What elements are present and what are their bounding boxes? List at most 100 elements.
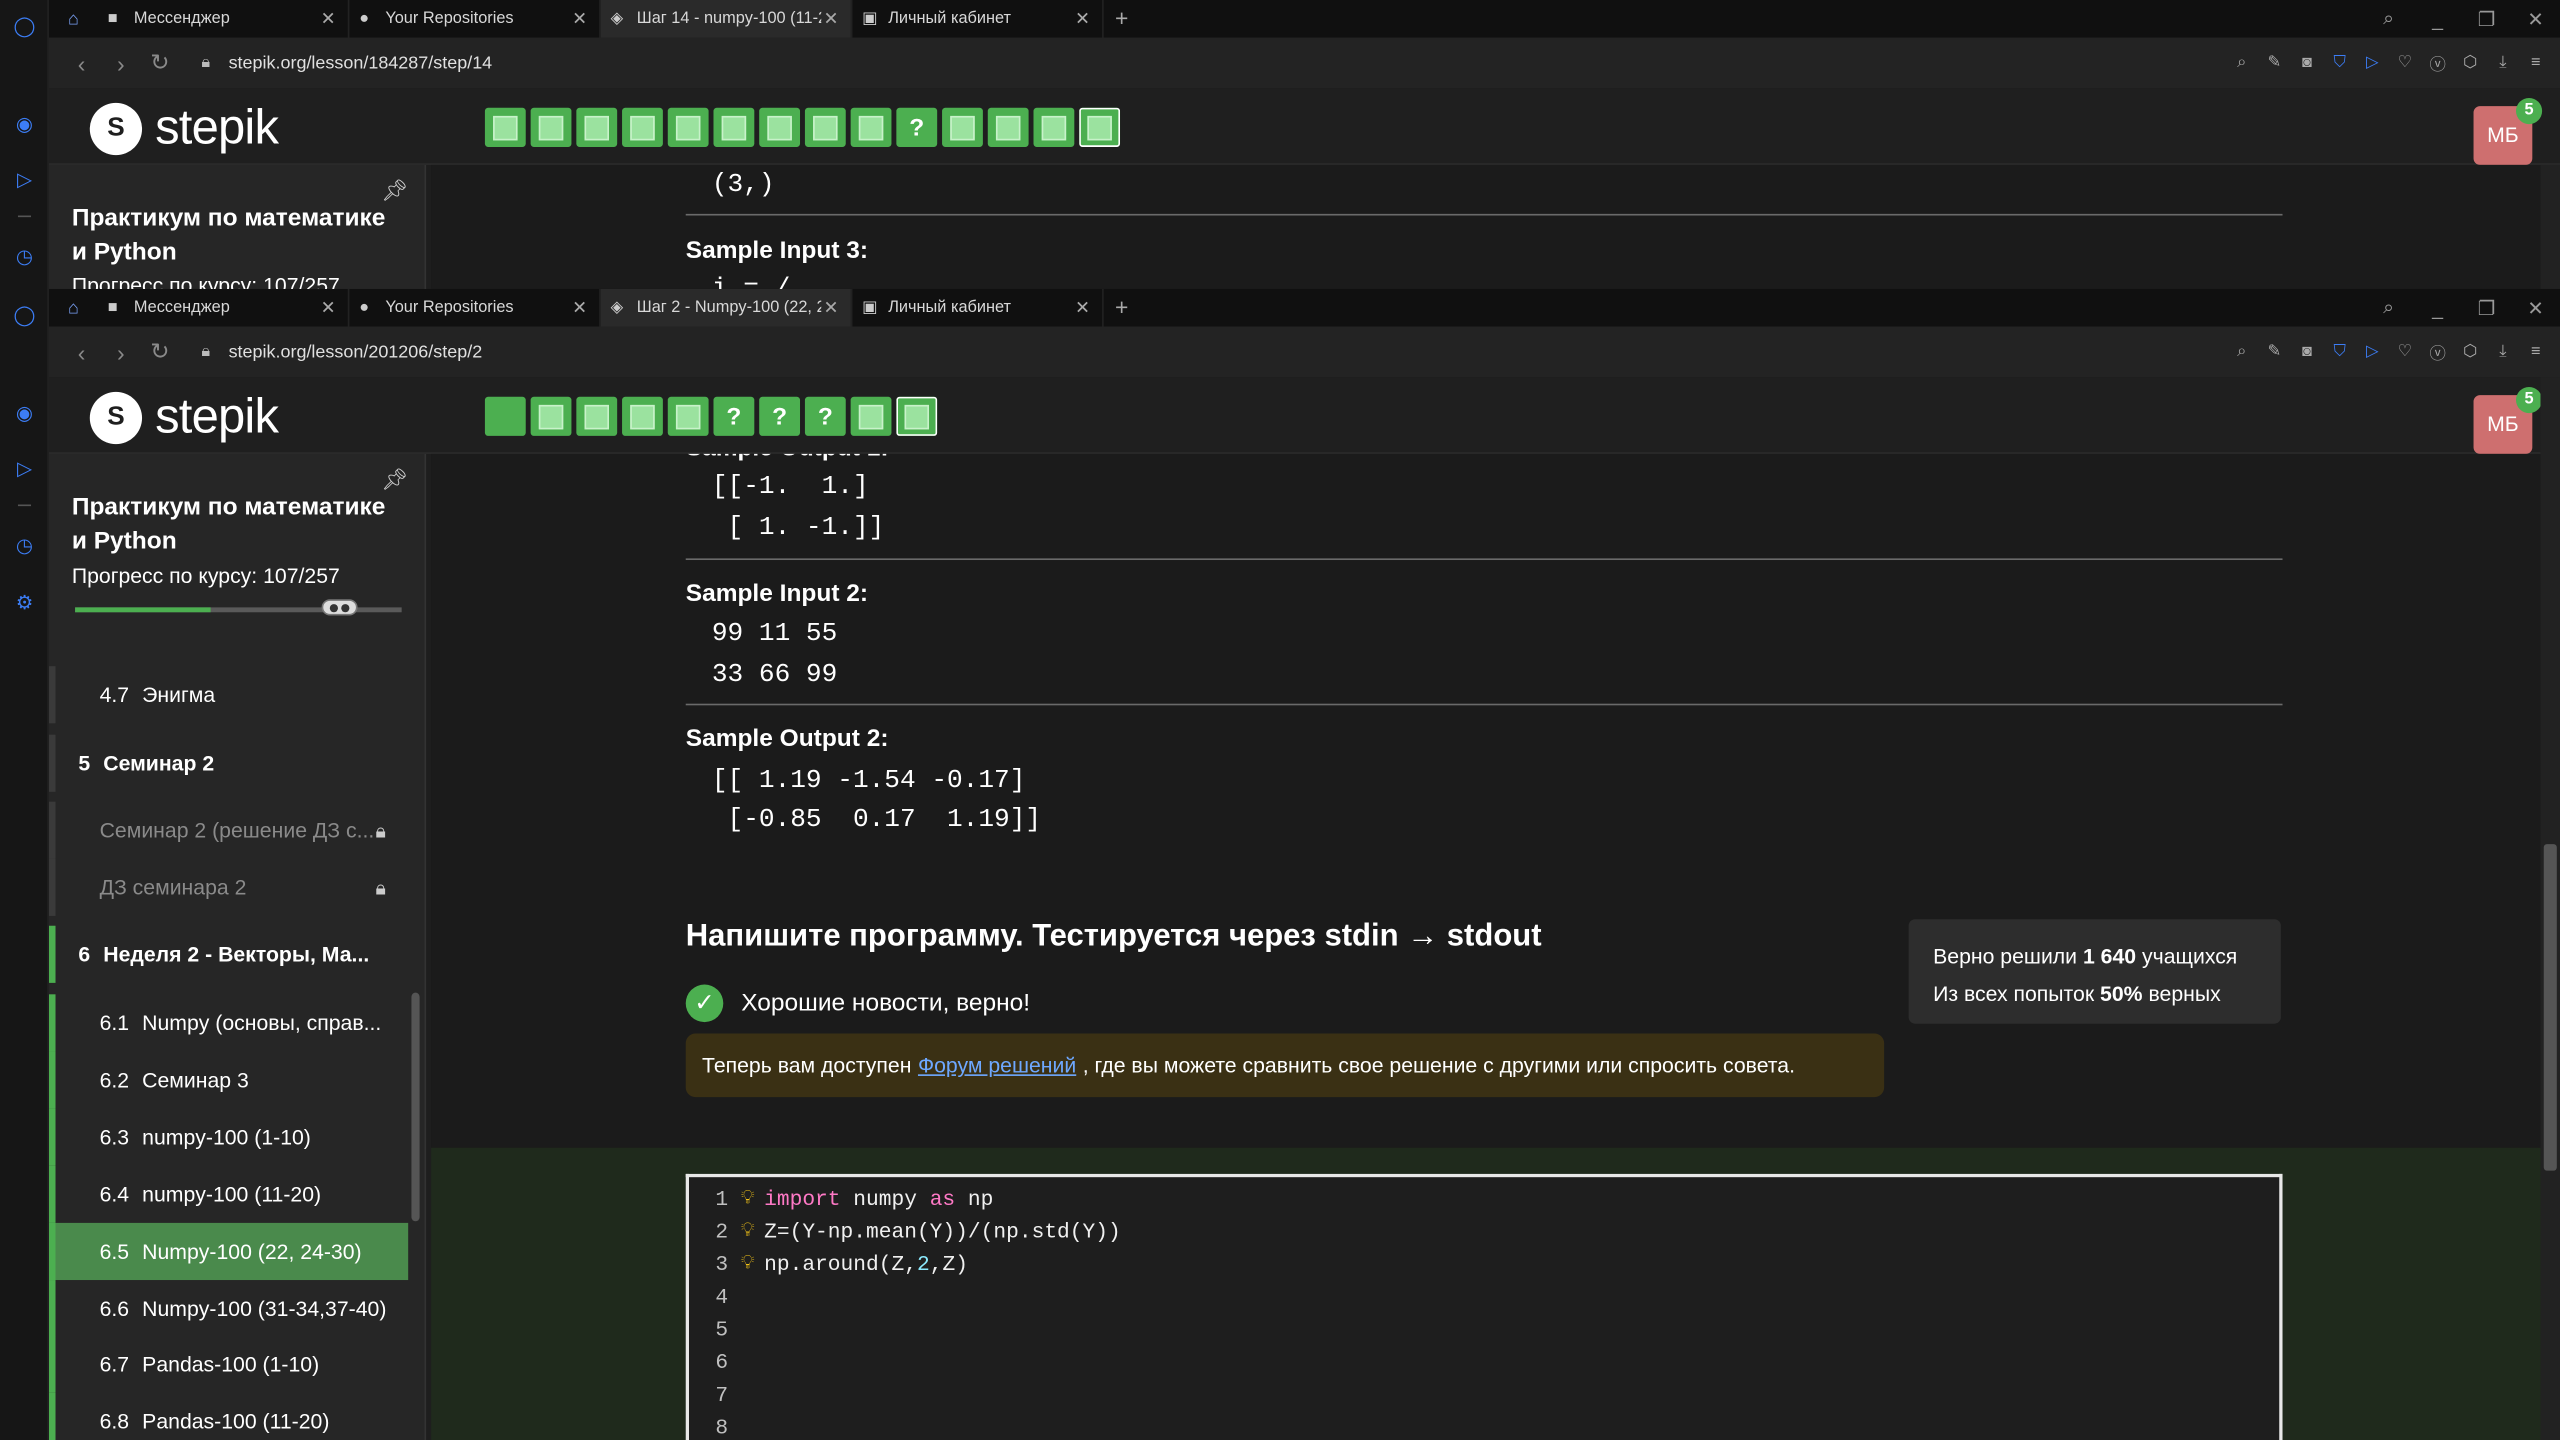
sidebar-scrollbar[interactable] [411, 992, 420, 1222]
url-field[interactable]: stepik.org/lesson/201206/step/2 [229, 342, 483, 362]
tab-stepik-active[interactable]: ◈ Шаг 2 - Numpy-100 (22, 24 ✕ [600, 288, 853, 327]
zoom-icon[interactable]: ⌕ [2230, 54, 2253, 72]
close-icon[interactable]: ✕ [821, 297, 841, 319]
code-editor[interactable]: 1 💡︎ import numpy as np 2 💡︎ Z=(Y-np.mea… [685, 1173, 2283, 1440]
course-title[interactable]: Практикум по математике и Python [72, 490, 399, 559]
send-icon[interactable]: ▷ [11, 167, 37, 193]
tab-cabinet[interactable]: ▣ Личный кабинет ✕ [852, 288, 1104, 327]
vpn-shield-icon[interactable]: ⛉ [2328, 54, 2351, 72]
step-10[interactable] [896, 396, 938, 436]
sidebar-item-5[interactable]: 5 Семинар 2 [48, 734, 408, 792]
tab-cabinet[interactable]: ▣ Личный кабинет ✕ [852, 0, 1104, 38]
sidebar-item-6-3[interactable]: 6.3 numpy-100 (1-10) [48, 1108, 408, 1166]
edit-icon[interactable]: ✎ [2263, 54, 2286, 72]
new-tab-icon[interactable]: + [1104, 0, 1140, 38]
close-icon[interactable]: ✕ [1073, 297, 1093, 319]
reload-icon[interactable]: ↻ [140, 338, 179, 366]
step-5[interactable] [667, 107, 709, 147]
tab-github[interactable]: ● Your Repositories ✕ [349, 288, 601, 327]
step-2[interactable] [530, 107, 572, 147]
opera-logo-icon[interactable]: ◯ [11, 302, 37, 328]
tab-menu-icon[interactable]: ⌂ [49, 289, 98, 327]
page-scrollbar[interactable] [2540, 164, 2560, 289]
sidebar-item-6-2[interactable]: 6.2 Семинар 3 [48, 1051, 408, 1109]
code-line[interactable]: 3 💡︎ np.around(Z, 2 ,Z) [689, 1247, 2279, 1280]
step-9[interactable] [850, 107, 892, 147]
step-8[interactable] [804, 107, 846, 147]
speed-dial-icon[interactable]: ◉ [11, 400, 37, 426]
step-7[interactable] [759, 107, 801, 147]
sidebar-item-4-7[interactable]: 4.7 Энигма [48, 666, 408, 724]
sidebar-item-6-8[interactable]: 6.8 Pandas-100 (11-20) [48, 1392, 408, 1440]
sidebar-item-6-7[interactable]: 6.7 Pandas-100 (1-10) [48, 1335, 408, 1393]
step-12[interactable] [987, 107, 1029, 147]
step-14[interactable] [1079, 107, 1121, 147]
url-field[interactable]: stepik.org/lesson/184287/step/14 [229, 53, 493, 73]
search-tabs-icon[interactable]: ⌕ [2364, 7, 2413, 31]
avatar[interactable]: МБ 5 [2473, 97, 2543, 165]
step-7[interactable]: ? [759, 396, 801, 436]
vk-icon[interactable]: ⓥ [2426, 51, 2449, 75]
edit-icon[interactable]: ✎ [2263, 343, 2286, 361]
heart-icon[interactable]: ♡ [2394, 343, 2417, 361]
step-11[interactable] [942, 107, 983, 147]
forward-icon[interactable]: › [101, 339, 140, 365]
camera-icon[interactable]: ◙ [2296, 54, 2319, 72]
vpn-shield-icon[interactable]: ⛉ [2328, 343, 2351, 361]
restore-icon[interactable]: ❐ [2462, 296, 2511, 319]
step-3[interactable] [576, 396, 618, 436]
close-window-icon[interactable]: ✕ [2511, 7, 2560, 30]
lightbulb-icon[interactable]: 💡︎ [731, 1220, 764, 1243]
menu-icon[interactable]: ≡ [2524, 343, 2547, 361]
course-title[interactable]: Практикум по математике и Python [72, 201, 399, 270]
sidebar-item-6-1[interactable]: 6.1 Numpy (основы, справ... [48, 994, 408, 1052]
minimize-icon[interactable]: _ [2413, 296, 2462, 319]
page-scrollbar-thumb[interactable] [2543, 844, 2557, 1171]
progress-toggle[interactable] [321, 599, 358, 616]
forum-link[interactable]: Форум решений [918, 1053, 1076, 1077]
avatar[interactable]: МБ 5 [2473, 386, 2543, 454]
minimize-icon[interactable]: _ [2413, 7, 2462, 30]
close-icon[interactable]: ✕ [821, 8, 841, 30]
sidebar-item-6-4[interactable]: 6.4 numpy-100 (11-20) [48, 1165, 408, 1223]
step-13[interactable] [1033, 107, 1075, 147]
settings-icon[interactable]: ⚙ [11, 589, 37, 615]
search-tabs-icon[interactable]: ⌕ [2364, 296, 2413, 320]
step-2[interactable] [530, 396, 572, 436]
send-icon[interactable]: ▷ [2361, 343, 2384, 361]
code-line[interactable]: 4 [689, 1280, 2279, 1313]
close-icon[interactable]: ✕ [318, 8, 338, 30]
close-window-icon[interactable]: ✕ [2511, 296, 2560, 319]
history-icon[interactable]: ◷ [11, 243, 37, 269]
opera-logo-icon[interactable]: ◯ [11, 13, 37, 39]
close-icon[interactable]: ✕ [570, 297, 590, 319]
page-scrollbar[interactable] [2540, 377, 2560, 1440]
speed-dial-icon[interactable]: ◉ [11, 111, 37, 137]
extension-icon[interactable]: ⬡ [2459, 54, 2482, 72]
step-3[interactable] [576, 107, 618, 147]
code-line[interactable]: 8 [689, 1411, 2279, 1440]
new-tab-icon[interactable]: + [1104, 289, 1140, 327]
step-9[interactable] [850, 396, 892, 436]
back-icon[interactable]: ‹ [62, 50, 101, 76]
tab-messenger[interactable]: ■ Мессенджер ✕ [98, 0, 350, 38]
sidebar-item-6[interactable]: 6 Неделя 2 - Векторы, Ма... [48, 925, 408, 983]
tab-menu-icon[interactable]: ⌂ [49, 0, 98, 38]
reload-icon[interactable]: ↻ [140, 49, 179, 77]
history-icon[interactable]: ◷ [11, 532, 37, 558]
camera-icon[interactable]: ◙ [2296, 343, 2319, 361]
code-line[interactable]: 6 [689, 1345, 2279, 1378]
step-5[interactable] [667, 396, 709, 436]
step-8[interactable]: ? [804, 396, 846, 436]
sidebar-item-6-6[interactable]: 6.6 Numpy-100 (31-34,37-40) [48, 1280, 408, 1338]
extension-icon[interactable]: ⬡ [2459, 343, 2482, 361]
code-line[interactable]: 5 [689, 1313, 2279, 1346]
step-4[interactable] [622, 107, 663, 147]
tab-messenger[interactable]: ■ Мессенджер ✕ [98, 288, 350, 327]
lightbulb-icon[interactable]: 💡︎ [731, 1252, 764, 1275]
restore-icon[interactable]: ❐ [2462, 7, 2511, 30]
code-line[interactable]: 7 [689, 1378, 2279, 1411]
download-icon[interactable]: ⤓ [2492, 54, 2515, 72]
step-1[interactable] [484, 396, 526, 436]
step-6[interactable] [713, 107, 755, 147]
